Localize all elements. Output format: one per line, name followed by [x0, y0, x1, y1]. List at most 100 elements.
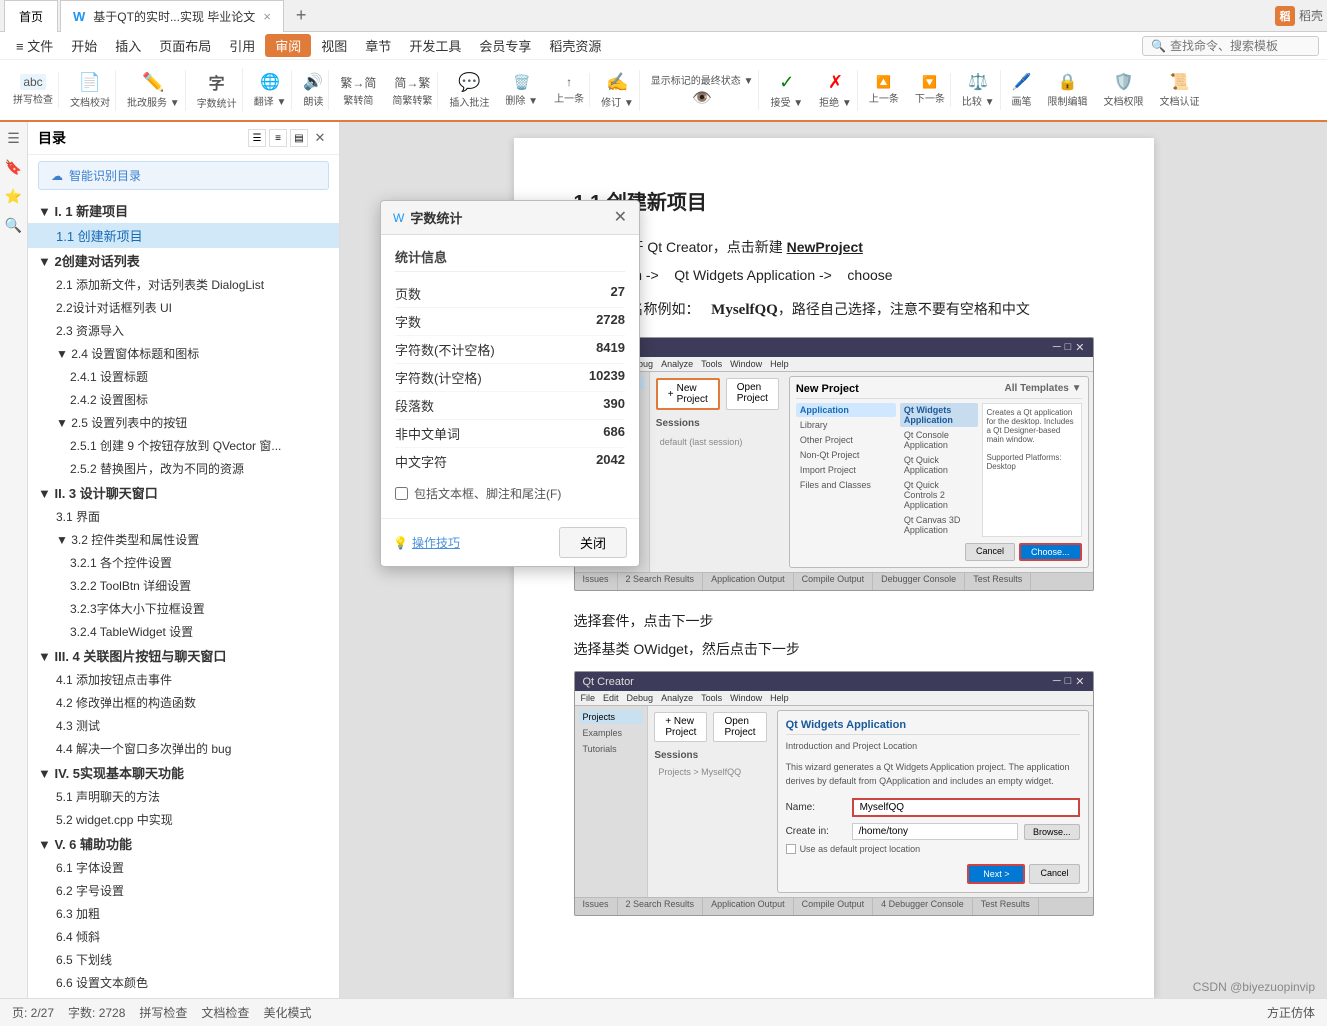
- home-tab[interactable]: 首页: [4, 0, 58, 32]
- menu-member[interactable]: 会员专享: [471, 34, 539, 57]
- tool-word-count[interactable]: 字 字数统计: [192, 68, 243, 112]
- include-textbox-checkbox[interactable]: [395, 487, 408, 500]
- toc-close[interactable]: ✕: [311, 129, 329, 147]
- qt-browse-btn[interactable]: Browse...: [1024, 824, 1080, 840]
- sidebar-icon-star[interactable]: ⭐: [5, 188, 22, 205]
- toc-item-14[interactable]: ▼ 3.2 控件类型和属性设置: [28, 528, 339, 551]
- tool-spell-check[interactable]: abc 拼写检查: [8, 72, 59, 108]
- menu-insert[interactable]: 插入: [107, 34, 149, 57]
- toc-item-13[interactable]: 3.1 界面: [28, 505, 339, 528]
- content-area: 1.1 创建新项目 第一步打开 Qt Creator，点击新建 NewProje…: [340, 122, 1327, 1022]
- toc-item-9[interactable]: ▼ 2.5 设置列表中的按钮: [28, 411, 339, 434]
- qt-next-btn[interactable]: Next >: [967, 864, 1025, 884]
- menu-resource[interactable]: 稻壳资源: [541, 34, 609, 57]
- sidebar-icon-nav[interactable]: ☰: [7, 130, 20, 147]
- toc-item-19[interactable]: ▼ III. 4 关联图片按钮与聊天窗口: [28, 643, 339, 668]
- toc-item-28[interactable]: 6.1 字体设置: [28, 856, 339, 879]
- menu-review[interactable]: 审阅: [265, 34, 311, 57]
- add-tab[interactable]: +: [286, 1, 317, 30]
- toc-item-8[interactable]: 2.4.2 设置图标: [28, 388, 339, 411]
- tool-read[interactable]: 🔊 朗读: [298, 70, 329, 110]
- toc-item-6[interactable]: ▼ 2.4 设置窗体标题和图标: [28, 342, 339, 365]
- doc-tab-close[interactable]: ×: [263, 9, 271, 24]
- tool-permission[interactable]: 🛡️ 文档权限: [1099, 70, 1149, 110]
- toc-item-24[interactable]: ▼ IV. 5实现基本聊天功能: [28, 760, 339, 785]
- menu-file[interactable]: ≡ 文件: [8, 34, 61, 57]
- toc-btn-list[interactable]: ≡: [269, 129, 287, 147]
- toc-btn-view[interactable]: ▤: [290, 129, 308, 147]
- toc-item-31[interactable]: 6.4 倾斜: [28, 925, 339, 948]
- tool-simp-trad[interactable]: 简→繁 简繁转繁: [387, 72, 438, 109]
- tool-translate[interactable]: 🌐 翻译 ▼: [249, 70, 293, 110]
- tool-reject[interactable]: ✗ 拒绝 ▼: [814, 70, 858, 111]
- tool-show-status[interactable]: 显示标记的最终状态 ▼ 👁️: [646, 70, 760, 110]
- tool-restrict[interactable]: 🔒 限制编辑: [1043, 70, 1093, 110]
- tool-prev2[interactable]: 🔼 上一条: [864, 73, 904, 107]
- toc-item-23[interactable]: 4.4 解决一个窗口多次弹出的 bug: [28, 737, 339, 760]
- tool-correction[interactable]: ✏️ 批改服务 ▼: [122, 70, 186, 111]
- menu-dev[interactable]: 开发工具: [401, 34, 469, 57]
- tool-pen[interactable]: 🖊️ 画笔: [1007, 70, 1037, 110]
- toc-item-17[interactable]: 3.2.3字体大小下拉框设置: [28, 597, 339, 620]
- toc-item-27[interactable]: ▼ V. 6 辅助功能: [28, 831, 339, 856]
- qt-cancel-btn2[interactable]: Cancel: [1029, 864, 1079, 884]
- tool-prev-comment[interactable]: ↑ 上一条: [549, 73, 590, 107]
- dialog-close-action[interactable]: 关闭: [559, 527, 627, 558]
- toc-item-2[interactable]: ▼ 2创建对话列表: [28, 248, 339, 273]
- toc-item-32[interactable]: 6.5 下划线: [28, 948, 339, 971]
- tool-doc-check[interactable]: 📄 文档校对: [65, 70, 116, 111]
- dialog-checkbox-row[interactable]: 包括文本框、脚注和尾注(F): [395, 475, 625, 506]
- toc-item-21[interactable]: 4.2 修改弹出框的构造函数: [28, 691, 339, 714]
- dialog-tips-link[interactable]: 💡 操作技巧: [393, 534, 460, 551]
- toc-item-33[interactable]: 6.6 设置文本颜色: [28, 971, 339, 994]
- menu-view[interactable]: 视图: [313, 34, 355, 57]
- toc-item-4[interactable]: 2.2设计对话框列表 UI: [28, 296, 339, 319]
- smart-toc-btn[interactable]: ☁ 智能识别目录: [38, 161, 329, 190]
- toc-item-16[interactable]: 3.2.2 ToolBtn 详细设置: [28, 574, 339, 597]
- tool-comment[interactable]: 💬 插入批注: [444, 70, 494, 111]
- tool-compare[interactable]: ⚖️ 比较 ▼: [957, 70, 1001, 110]
- toc-item-11[interactable]: 2.5.2 替换图片，改为不同的资源: [28, 457, 339, 480]
- toc-item-10[interactable]: 2.5.1 创建 9 个按钮存放到 QVector 窗...: [28, 434, 339, 457]
- toc-item-7[interactable]: 2.4.1 设置标题: [28, 365, 339, 388]
- doc-tab[interactable]: W 基于QT的实时...实现 毕业论文 ×: [60, 0, 284, 32]
- menu-start[interactable]: 开始: [63, 34, 105, 57]
- toc-item-22[interactable]: 4.3 测试: [28, 714, 339, 737]
- toc-item-5[interactable]: 2.3 资源导入: [28, 319, 339, 342]
- toc-item-15[interactable]: 3.2.1 各个控件设置: [28, 551, 339, 574]
- tool-cert[interactable]: 📜 文档认证: [1155, 70, 1205, 110]
- toc-item-25[interactable]: 5.1 声明聊天的方法: [28, 785, 339, 808]
- qt-choose-btn[interactable]: Choose...: [1019, 543, 1082, 561]
- toc-item-1[interactable]: 1.1 创建新项目: [28, 223, 339, 248]
- toc-item-26[interactable]: 5.2 widget.cpp 中实现: [28, 808, 339, 831]
- toc-item-30[interactable]: 6.3 加粗: [28, 902, 339, 925]
- tool-delete[interactable]: 🗑️ 删除 ▼: [500, 72, 543, 109]
- menu-layout[interactable]: 页面布局: [151, 34, 219, 57]
- status-beauty[interactable]: 美化模式: [263, 1004, 311, 1021]
- doc-para1: 第一步打开 Qt Creator，点击新建 NewProject Applica…: [574, 233, 1094, 289]
- status-spell[interactable]: 拼写检查: [139, 1004, 187, 1021]
- qt-screenshot-2: Qt Creator ─□✕ FileEditDebugAnalyzeTools…: [574, 671, 1094, 916]
- sidebar-icon-search[interactable]: 🔍: [5, 217, 22, 234]
- tool-modify[interactable]: ✍️ 修订 ▼: [596, 70, 640, 111]
- menu-chapter[interactable]: 章节: [357, 34, 399, 57]
- toc-sidebar: 目录 ☰ ≡ ▤ ✕ ☁ 智能识别目录 ▼ I. 1 新建项目 1.1 创建新项…: [28, 122, 340, 1022]
- dialog-section-title: 统计信息: [395, 247, 625, 272]
- sidebar-icon-bookmark[interactable]: 🔖: [5, 159, 22, 176]
- search-input[interactable]: [1170, 39, 1310, 53]
- toc-item-0[interactable]: ▼ I. 1 新建项目: [28, 198, 339, 223]
- doc-para2: 创建项目名称例如： MyselfQQ，路径自己选择，注意不要有空格和中文: [574, 295, 1094, 325]
- tool-accept[interactable]: ✓ 接受 ▼: [765, 70, 808, 111]
- tool-trad-simp[interactable]: 繁→简 繁转简: [335, 72, 381, 109]
- dialog-close-btn[interactable]: ✕: [614, 210, 627, 226]
- toc-item-20[interactable]: 4.1 添加按钮点击事件: [28, 668, 339, 691]
- toc-btn-collapse[interactable]: ☰: [248, 129, 266, 147]
- menu-ref[interactable]: 引用: [221, 34, 263, 57]
- toc-item-12[interactable]: ▼ II. 3 设计聊天窗口: [28, 480, 339, 505]
- toc-item-3[interactable]: 2.1 添加新文件，对话列表类 DialogList: [28, 273, 339, 296]
- tool-next2[interactable]: 🔽 下一条: [910, 73, 951, 107]
- status-doc-check[interactable]: 文档检查: [201, 1004, 249, 1021]
- toc-item-18[interactable]: 3.2.4 TableWidget 设置: [28, 620, 339, 643]
- qt-cancel-btn[interactable]: Cancel: [965, 543, 1015, 561]
- toc-item-29[interactable]: 6.2 字号设置: [28, 879, 339, 902]
